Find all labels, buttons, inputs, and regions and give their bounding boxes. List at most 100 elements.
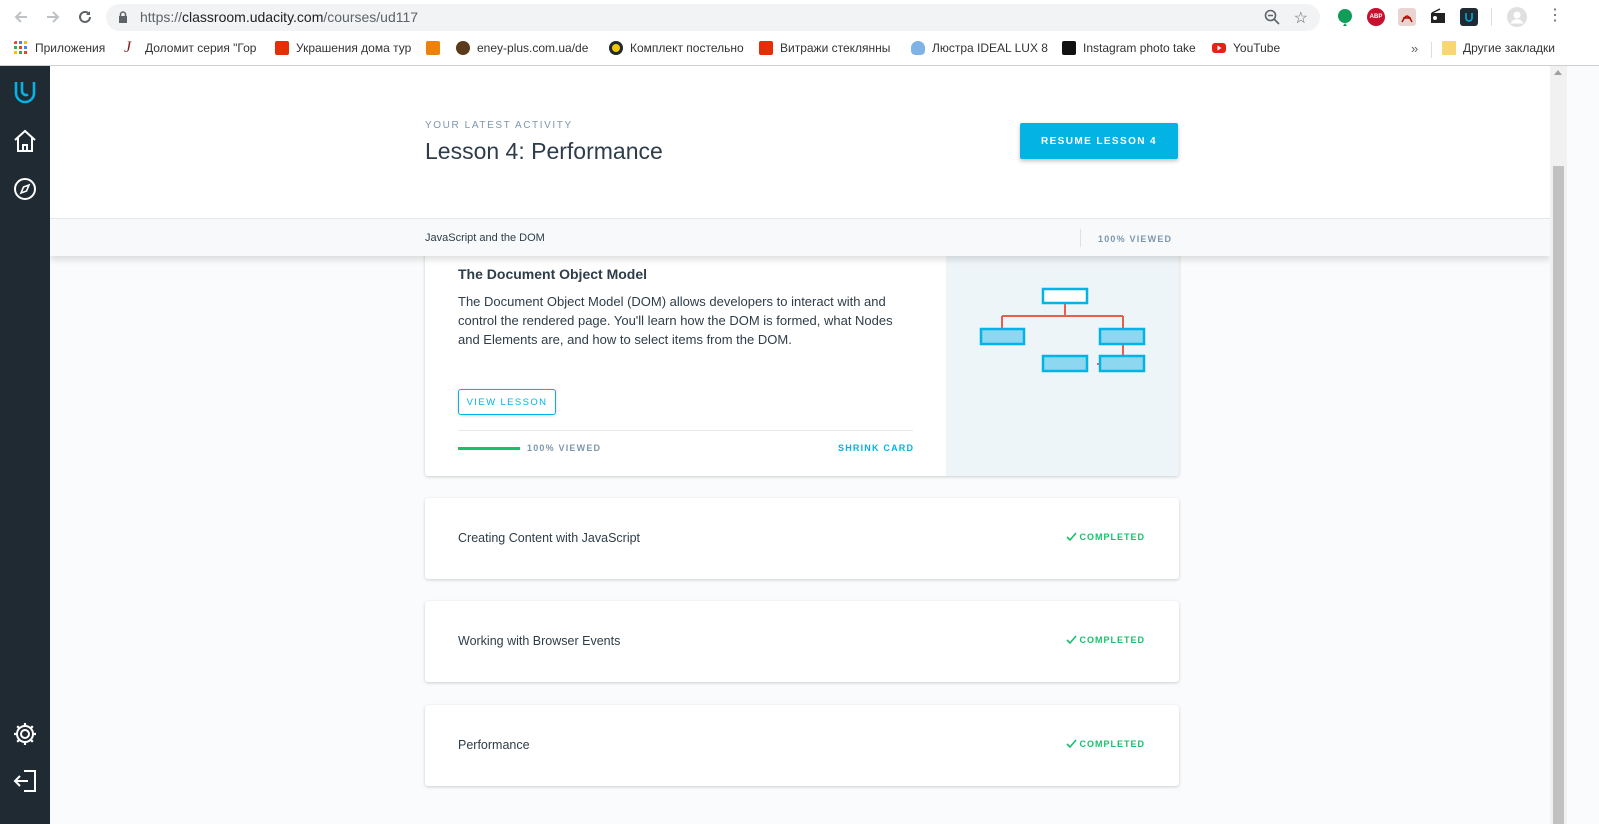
reload-icon[interactable]	[74, 6, 96, 28]
forward-arrow-icon[interactable]	[42, 6, 64, 28]
completed-status: COMPLETED	[1065, 738, 1145, 750]
page-scrollbar[interactable]	[1550, 66, 1567, 824]
lesson-card[interactable]: Performance COMPLETED	[425, 705, 1179, 786]
bookmark-label: YouTube	[1233, 41, 1281, 55]
course-title[interactable]: JavaScript and the DOM	[425, 232, 545, 244]
aliexpress-icon	[759, 41, 773, 55]
bookmark-label: Instagram photo take	[1083, 41, 1196, 55]
progress-text: 100% VIEWED	[527, 443, 602, 453]
activity-label: YOUR LATEST ACTIVITY	[425, 120, 573, 131]
lesson-card-title: Performance	[458, 738, 530, 752]
bookmark-apps[interactable]: Приложения	[14, 41, 105, 55]
folder-icon	[1442, 41, 1456, 55]
bookmark-lustra[interactable]: Люстра IDEAL LUX 8	[911, 41, 1056, 55]
status-label: COMPLETED	[1079, 739, 1145, 749]
target-icon	[609, 41, 623, 55]
pdf-icon[interactable]	[1398, 8, 1416, 26]
scrollbar-thumb[interactable]	[1553, 166, 1564, 824]
menu-kebab-icon[interactable]: ⋮	[1547, 7, 1563, 25]
address-bar[interactable]: https://classroom.udacity.com/courses/ud…	[106, 4, 1320, 31]
apps-grid-icon	[14, 41, 27, 54]
bookmark-label: Витражи стеклянны	[780, 41, 891, 55]
lesson-card-title: Working with Browser Events	[458, 634, 621, 648]
udacity-ext-icon[interactable]	[1460, 8, 1478, 26]
course-progress-text: 100% VIEWED	[1098, 234, 1173, 244]
bookmark-aliexpress-1[interactable]: Украшения дома тур	[275, 41, 415, 55]
scroll-up-arrow-icon[interactable]	[1554, 70, 1562, 75]
view-lesson-button[interactable]: VIEW LESSON	[458, 389, 556, 415]
browser-toolbar: https://classroom.udacity.com/courses/ud…	[0, 0, 1599, 35]
eney-icon	[456, 41, 470, 55]
toolbar-divider	[1491, 8, 1492, 26]
home-icon[interactable]	[11, 127, 39, 155]
bookmark-label: Украшения дома тур	[296, 41, 412, 55]
sticky-divider	[1080, 229, 1081, 247]
completed-status: COMPLETED	[1065, 531, 1145, 543]
app-sidebar	[0, 66, 50, 824]
adblock-icon[interactable]: ABP	[1367, 8, 1385, 26]
lesson-description: The Document Object Model (DOM) allows d…	[458, 294, 893, 347]
bookmark-eney[interactable]: eney-plus.com.ua/de	[456, 41, 596, 55]
script-j-icon: J	[124, 41, 132, 55]
lesson-card[interactable]: Creating Content with JavaScript COMPLET…	[425, 498, 1179, 579]
completed-status: COMPLETED	[1065, 634, 1145, 646]
lesson-card[interactable]: Working with Browser Events COMPLETED	[425, 601, 1179, 682]
check-icon	[1066, 635, 1078, 645]
youtube-icon	[1212, 43, 1226, 53]
bookmarks-divider	[1431, 42, 1432, 58]
bookmark-dolomit[interactable]: J Доломит серия "Гор	[124, 41, 259, 55]
bookmark-aliexpress-2[interactable]: Витражи стеклянны	[759, 41, 896, 55]
url-scheme: https://	[140, 9, 183, 25]
compass-icon[interactable]	[11, 175, 39, 203]
bookmark-instagram[interactable]: Instagram photo take	[1062, 41, 1202, 55]
browser-chrome: https://classroom.udacity.com/courses/ud…	[0, 0, 1599, 66]
shrink-card-button[interactable]: SHRINK CARD	[838, 443, 914, 453]
aliexpress-icon	[275, 41, 289, 55]
url-domain: classroom.udacity.com	[182, 9, 324, 25]
bookmark-odnoklassniki[interactable]	[426, 41, 448, 55]
main-content: The Document Object Model The Document O…	[50, 66, 1550, 824]
odnoklassniki-icon	[426, 41, 440, 55]
status-label: COMPLETED	[1079, 635, 1145, 645]
bookmark-label: Люстра IDEAL LUX 8	[932, 41, 1048, 55]
course-sticky-bar: JavaScript and the DOM 100% VIEWED	[50, 218, 1550, 256]
evernote-icon[interactable]	[1336, 8, 1354, 26]
radio-icon[interactable]	[1429, 8, 1447, 26]
back-arrow-icon[interactable]	[10, 6, 32, 28]
other-bookmarks-folder[interactable]: Другие закладки	[1442, 41, 1555, 55]
dom-tree-illustration	[946, 252, 1179, 476]
check-icon	[1066, 739, 1078, 749]
ink-icon	[1062, 41, 1076, 55]
bookmark-youtube[interactable]: YouTube	[1212, 41, 1292, 55]
bookmark-komplekt[interactable]: Комплект постельно	[609, 41, 744, 55]
zoom-icon[interactable]	[1264, 9, 1280, 25]
lesson-card-title: Creating Content with JavaScript	[458, 531, 641, 545]
profile-avatar-icon[interactable]	[1506, 6, 1528, 28]
progress-fill	[458, 447, 520, 450]
check-icon	[1066, 532, 1078, 542]
card-divider	[458, 430, 913, 431]
logout-icon[interactable]	[11, 767, 39, 795]
other-bookmarks-label: Другие закладки	[1463, 41, 1555, 55]
status-label: COMPLETED	[1079, 532, 1145, 542]
expanded-lesson-card: The Document Object Model The Document O…	[425, 252, 1179, 476]
bookmark-label: eney-plus.com.ua/de	[477, 41, 589, 55]
lightbulb-icon	[911, 41, 925, 55]
latest-activity-header: YOUR LATEST ACTIVITY Lesson 4: Performan…	[50, 66, 1550, 218]
lesson-title: The Document Object Model	[458, 266, 648, 282]
bookmark-label: Приложения	[35, 41, 106, 55]
resume-lesson-button[interactable]: RESUME LESSON 4	[1020, 123, 1178, 159]
bookmarks-bar: Приложения J Доломит серия "Гор Украшени…	[0, 35, 1599, 66]
lock-icon	[119, 11, 127, 23]
bookmarks-overflow-chevron[interactable]: »	[1411, 41, 1418, 56]
url-text: https://classroom.udacity.com/courses/ud…	[140, 9, 418, 25]
bookmark-label: Доломит серия "Гор	[145, 41, 257, 55]
bookmark-label: Комплект постельно	[630, 41, 744, 55]
udacity-logo-icon[interactable]	[11, 78, 39, 106]
bookmark-star-icon[interactable]: ☆	[1294, 8, 1308, 28]
lesson-progress-bar	[458, 447, 520, 450]
activity-title: Lesson 4: Performance	[425, 138, 663, 164]
url-path: /courses/ud117	[323, 9, 419, 25]
dom-tree-diagram-icon	[979, 287, 1146, 373]
settings-gear-icon[interactable]	[11, 720, 39, 748]
